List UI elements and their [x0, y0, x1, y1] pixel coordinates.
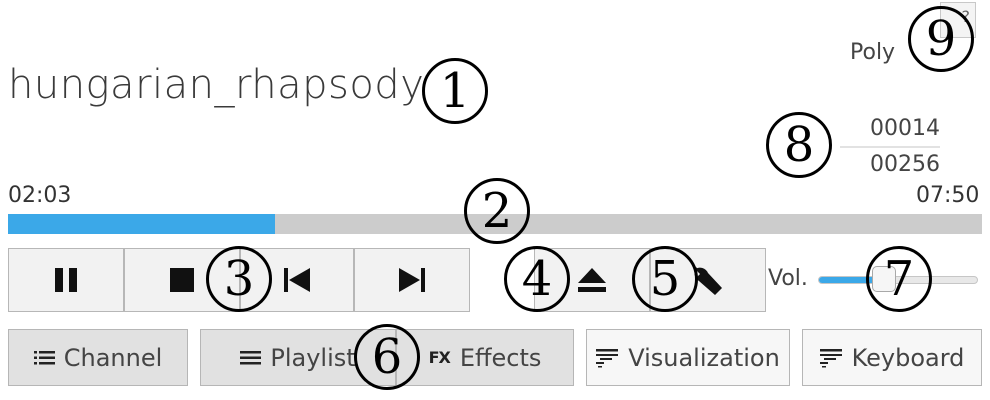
next-button[interactable] [354, 248, 470, 312]
eject-icon [578, 268, 606, 292]
pause-button[interactable] [8, 248, 124, 312]
callout-4: 4 [504, 246, 570, 312]
skip-forward-icon [399, 268, 425, 292]
lines-icon [819, 348, 844, 368]
callout-1: 1 [422, 58, 488, 124]
position-divider [840, 146, 940, 148]
position-bottom: 00256 [870, 152, 940, 177]
fx-icon: FX [428, 348, 451, 367]
menu-icon [240, 350, 262, 366]
volume-label: Vol. [768, 266, 808, 291]
tab-channel-label: Channel [63, 343, 163, 372]
tab-effects[interactable]: FX Effects [396, 329, 574, 386]
tab-effects-label: Effects [459, 343, 542, 372]
tab-playlist-label: Playlist [270, 343, 356, 372]
tab-keyboard[interactable]: Keyboard [802, 329, 982, 386]
total-time: 07:50 [916, 183, 980, 208]
tab-visualization[interactable]: Visualization [586, 329, 790, 386]
tab-channel[interactable]: Channel [8, 329, 188, 386]
track-title: hungarian_rhapsody [8, 62, 425, 108]
callout-8: 8 [766, 112, 832, 178]
lines-icon [596, 348, 620, 368]
callout-9: 9 [908, 6, 974, 72]
skip-back-icon [284, 268, 310, 292]
tab-keyboard-label: Keyboard [851, 343, 965, 372]
mode-label[interactable]: Poly [850, 40, 895, 65]
pause-icon [55, 268, 77, 292]
progress-fill [8, 214, 275, 234]
list-icon [33, 350, 56, 366]
position-top: 00014 [870, 116, 940, 141]
tab-visualization-label: Visualization [628, 343, 780, 372]
stop-icon [170, 268, 194, 292]
callout-2: 2 [464, 178, 530, 244]
elapsed-time: 02:03 [8, 183, 72, 208]
callout-6: 6 [354, 324, 420, 390]
callout-3: 3 [206, 246, 272, 312]
callout-5: 5 [632, 246, 698, 312]
callout-7: 7 [866, 246, 932, 312]
position-counter: 00014 00256 [840, 116, 940, 178]
